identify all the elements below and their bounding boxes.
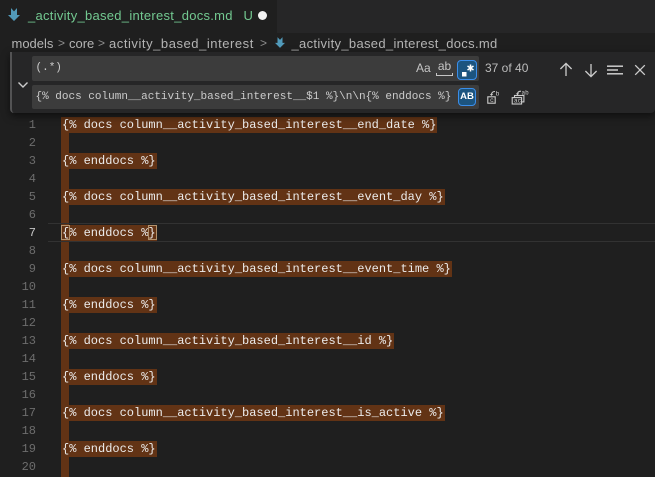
- svg-text:ac: ac: [514, 98, 522, 105]
- svg-text:c: c: [490, 97, 494, 104]
- svg-text:b: b: [496, 91, 500, 98]
